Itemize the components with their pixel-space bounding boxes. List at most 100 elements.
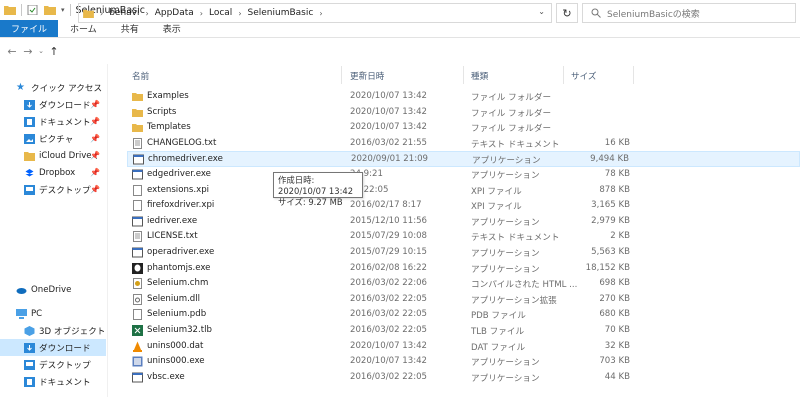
search-box[interactable]: SeleniumBasicの検索 xyxy=(582,3,796,23)
nav-item-pc-desktop[interactable]: デスクトップ xyxy=(0,356,106,373)
file-row[interactable]: vbsc.exe 2016/03/02 22:05 アプリケーション 44 KB xyxy=(127,370,800,386)
breadcrumb-seleniumbasic[interactable]: SeleniumBasic xyxy=(248,8,314,18)
nav-item-downloads[interactable]: ダウンロード 📌 xyxy=(0,96,106,113)
chevron-down-icon[interactable]: ⌄ xyxy=(538,7,545,16)
nav-item-3d-objects[interactable]: 3D オブジェクト xyxy=(0,322,106,339)
icloud-icon xyxy=(24,151,35,161)
file-name: Templates xyxy=(147,122,191,133)
chevron-right-icon[interactable]: › xyxy=(100,9,103,18)
star-icon: ★ xyxy=(16,81,25,93)
folder-icon xyxy=(132,91,143,102)
nav-item-dropbox[interactable]: Dropbox 📌 xyxy=(0,164,106,181)
breadcrumb-local[interactable]: Local xyxy=(209,8,232,18)
file-row[interactable]: Examples 2020/10/07 13:42 ファイル フォルダー xyxy=(127,89,800,105)
chevron-right-icon[interactable]: › xyxy=(238,9,241,18)
file-row[interactable]: Selenium.dll 2016/03/02 22:05 アプリケーション拡張 27… xyxy=(127,292,800,308)
forward-arrow-icon[interactable]: → xyxy=(20,45,36,58)
nav-item-desktop[interactable]: デスクトップ 📌 xyxy=(0,181,106,198)
breadcrumb-appdata[interactable]: AppData xyxy=(155,8,194,18)
file-row[interactable]: CHANGELOG.txt 2016/03/02 21:55 テキスト ドキュメント… xyxy=(127,136,800,152)
new-folder-icon[interactable] xyxy=(44,5,56,15)
file-row[interactable]: unins000.exe 2020/10/07 13:42 アプリケーション 703 … xyxy=(127,354,800,370)
divider xyxy=(21,4,22,16)
file-size: 878 KB xyxy=(599,184,630,195)
refresh-button[interactable]: ↻ xyxy=(556,3,578,23)
file-date: 2016/02/17 8:17 xyxy=(350,200,422,211)
tab-file[interactable]: ファイル xyxy=(0,20,59,37)
nav-item-documents[interactable]: ドキュメント 📌 xyxy=(0,113,106,130)
chevron-right-icon[interactable]: › xyxy=(200,9,203,18)
back-arrow-icon[interactable]: ← xyxy=(4,45,20,58)
column-divider[interactable] xyxy=(563,66,564,84)
column-divider[interactable] xyxy=(463,66,464,84)
nav-onedrive[interactable]: OneDrive xyxy=(0,281,106,298)
nav-item-pc-downloads[interactable]: ダウンロード xyxy=(0,339,106,356)
file-size: 3,165 KB xyxy=(591,200,630,211)
file-row[interactable]: extensions.xpi 02 22:05 XPI ファイル 878 KB xyxy=(127,183,800,199)
nav-label: ピクチャ xyxy=(39,134,74,145)
column-divider[interactable] xyxy=(633,66,634,84)
nav-label: ダウンロード xyxy=(39,100,91,111)
file-row[interactable]: LICENSE.txt 2015/07/29 10:08 テキスト ドキュメント 2 … xyxy=(127,229,800,245)
pin-icon[interactable]: 📌 xyxy=(90,117,100,126)
file-type: テキスト ドキュメント xyxy=(471,233,560,244)
file-row[interactable]: firefoxdriver.xpi 2016/02/17 8:17 XPI ファイル… xyxy=(127,198,800,214)
file-name: CHANGELOG.txt xyxy=(147,137,217,148)
folder-icon xyxy=(132,107,143,118)
recent-locations-icon[interactable]: ⌄ xyxy=(36,47,46,55)
nav-pane-scrollbar[interactable] xyxy=(107,64,108,397)
navigation-pane: ★ クイック アクセス ダウンロード 📌 ドキュメント 📌 ピクチャ 📌 iCl… xyxy=(0,64,107,397)
file-row[interactable]: iedriver.exe 2015/12/10 11:56 アプリケーション 2,97… xyxy=(127,214,800,230)
column-header-name[interactable]: 名前 xyxy=(132,70,149,82)
chevron-right-icon[interactable]: › xyxy=(146,9,149,18)
file-row[interactable]: Selenium.chm 2016/03/02 22:06 コンパイルされた HTM… xyxy=(127,276,800,292)
pin-icon[interactable]: 📌 xyxy=(90,100,100,109)
pin-icon[interactable]: 📌 xyxy=(90,168,100,177)
file-row[interactable]: edgedriver.exe 24 9:21 アプリケーション 78 KB xyxy=(127,167,800,183)
file-date: 2020/10/07 13:42 xyxy=(350,356,428,367)
file-row[interactable]: Templates 2020/10/07 13:42 ファイル フォルダー xyxy=(127,120,800,136)
file-date: 2016/03/02 21:55 xyxy=(350,137,428,148)
nav-item-pictures[interactable]: ピクチャ 📌 xyxy=(0,130,106,147)
nav-item-icloud-drive[interactable]: iCloud Drive ( 📌 xyxy=(0,147,106,164)
cloud-icon xyxy=(16,287,27,294)
nav-label: ドキュメント xyxy=(39,117,91,128)
pin-icon[interactable]: 📌 xyxy=(90,185,100,194)
file-row[interactable]: chromedriver.exe 2020/09/01 21:09 アプリケーション… xyxy=(127,151,800,167)
file-name: operadriver.exe xyxy=(147,246,215,257)
up-arrow-icon[interactable]: ↑ xyxy=(46,45,62,58)
search-placeholder: SeleniumBasicの検索 xyxy=(607,9,700,20)
documents-icon xyxy=(24,116,35,127)
file-date: 2016/03/02 22:05 xyxy=(350,309,428,320)
column-header-size[interactable]: サイズ xyxy=(571,70,597,82)
file-type: PDB ファイル xyxy=(471,311,526,322)
pin-icon[interactable]: 📌 xyxy=(90,134,100,143)
chevron-right-icon[interactable]: › xyxy=(319,9,322,18)
3d-objects-icon xyxy=(24,325,35,336)
file-type: アプリケーション xyxy=(471,373,540,384)
nav-quick-access[interactable]: ★ クイック アクセス xyxy=(0,79,106,96)
file-date: 2015/07/29 10:15 xyxy=(350,246,428,257)
file-type: TLB ファイル xyxy=(471,326,525,337)
explorer-window: ▾ SeleniumBasic ファイル ホーム 共有 表示 ← → ⌄ ↑ ›… xyxy=(0,0,800,397)
file-row[interactable]: unins000.dat 2020/10/07 13:42 DAT ファイル 32 K… xyxy=(127,339,800,355)
column-divider[interactable] xyxy=(341,66,342,84)
file-row[interactable]: phantomjs.exe 2016/02/08 16:22 アプリケーション 18,… xyxy=(127,261,800,277)
download-folder-icon xyxy=(24,99,35,110)
file-row[interactable]: operadriver.exe 2015/07/29 10:15 アプリケーション 5… xyxy=(127,245,800,261)
nav-item-pc-documents[interactable]: ドキュメント xyxy=(0,373,106,390)
computer-icon xyxy=(16,308,27,319)
address-bar[interactable]: › benavi › AppData › Local › SeleniumBas… xyxy=(78,3,552,23)
properties-icon[interactable] xyxy=(27,5,39,15)
qa-dropdown-icon[interactable]: ▾ xyxy=(61,6,65,14)
file-row[interactable]: Scripts 2020/10/07 13:42 ファイル フォルダー xyxy=(127,105,800,121)
file-row[interactable]: Selenium.pdb 2016/03/02 22:05 PDB ファイル 680 … xyxy=(127,307,800,323)
nav-label: クイック アクセス xyxy=(31,83,103,94)
breadcrumb-benavi[interactable]: benavi xyxy=(109,8,139,18)
pin-icon[interactable]: 📌 xyxy=(90,151,100,160)
nav-pc[interactable]: PC xyxy=(0,305,106,322)
column-header-type[interactable]: 種類 xyxy=(471,70,488,82)
file-name: Scripts xyxy=(147,106,177,117)
column-header-date[interactable]: 更新日時 xyxy=(350,70,384,82)
file-row[interactable]: Selenium32.tlb 2016/03/02 22:05 TLB ファイル 70… xyxy=(127,323,800,339)
